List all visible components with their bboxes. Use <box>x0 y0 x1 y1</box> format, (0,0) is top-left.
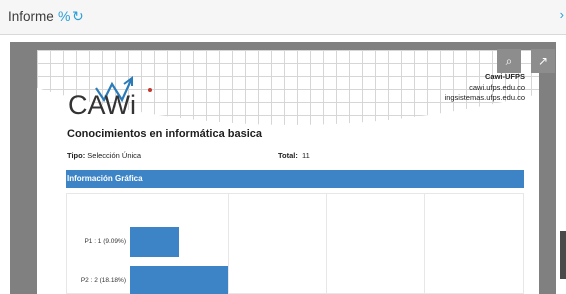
institution-site-1: cawi.ufps.edu.co <box>469 82 525 92</box>
popout-icon: ↗ <box>537 54 549 68</box>
institution-block: Cawi-UFPS cawi.ufps.edu.co ingsistemas.u… <box>445 72 525 104</box>
link-icon[interactable]: % <box>58 8 70 24</box>
refresh-icon[interactable]: ↻ <box>72 8 84 25</box>
chart-gridline <box>424 193 425 294</box>
zoom-button[interactable]: ⌕ <box>497 49 521 73</box>
close-icon[interactable]: › <box>560 7 564 22</box>
bar-chart: P1 : 1 (9.09%) P2 : 2 (18.18%) <box>66 191 524 294</box>
panel-title: Informe <box>8 9 54 24</box>
panel-header: Informe % ↻ › <box>0 0 566 35</box>
tipo-row: Tipo: Selección Única <box>67 151 141 160</box>
total-label: Total: <box>278 151 298 160</box>
tipo-value: Selección Única <box>87 151 142 160</box>
section-header: Información Gráfica <box>66 170 524 188</box>
popout-button[interactable]: ↗ <box>531 49 555 73</box>
logo-text: CAWi <box>68 90 136 118</box>
report-page: CAWi Cawi-UFPS cawi.ufps.edu.co ingsiste… <box>37 50 539 294</box>
chart-bar <box>130 266 228 294</box>
scrollbar-thumb[interactable] <box>560 231 566 279</box>
tipo-label: Tipo: <box>67 151 86 160</box>
chart-bar <box>130 227 179 257</box>
category-label: P2 : 2 (18.18%) <box>80 277 126 284</box>
institution-name: Cawi-UFPS <box>484 72 525 81</box>
total-row: Total: 11 <box>278 151 310 160</box>
cawi-logo: CAWi <box>68 76 152 118</box>
chart-gridline <box>228 193 229 294</box>
chart-gridline <box>326 193 327 294</box>
total-value: 11 <box>302 151 310 160</box>
report-title: Conocimientos en informática basica <box>67 128 262 140</box>
zoom-icon: ⌕ <box>505 54 513 68</box>
category-label: P1 : 1 (9.09%) <box>84 238 126 245</box>
institution-site-2: ingsistemas.ufps.edu.co <box>444 93 525 102</box>
